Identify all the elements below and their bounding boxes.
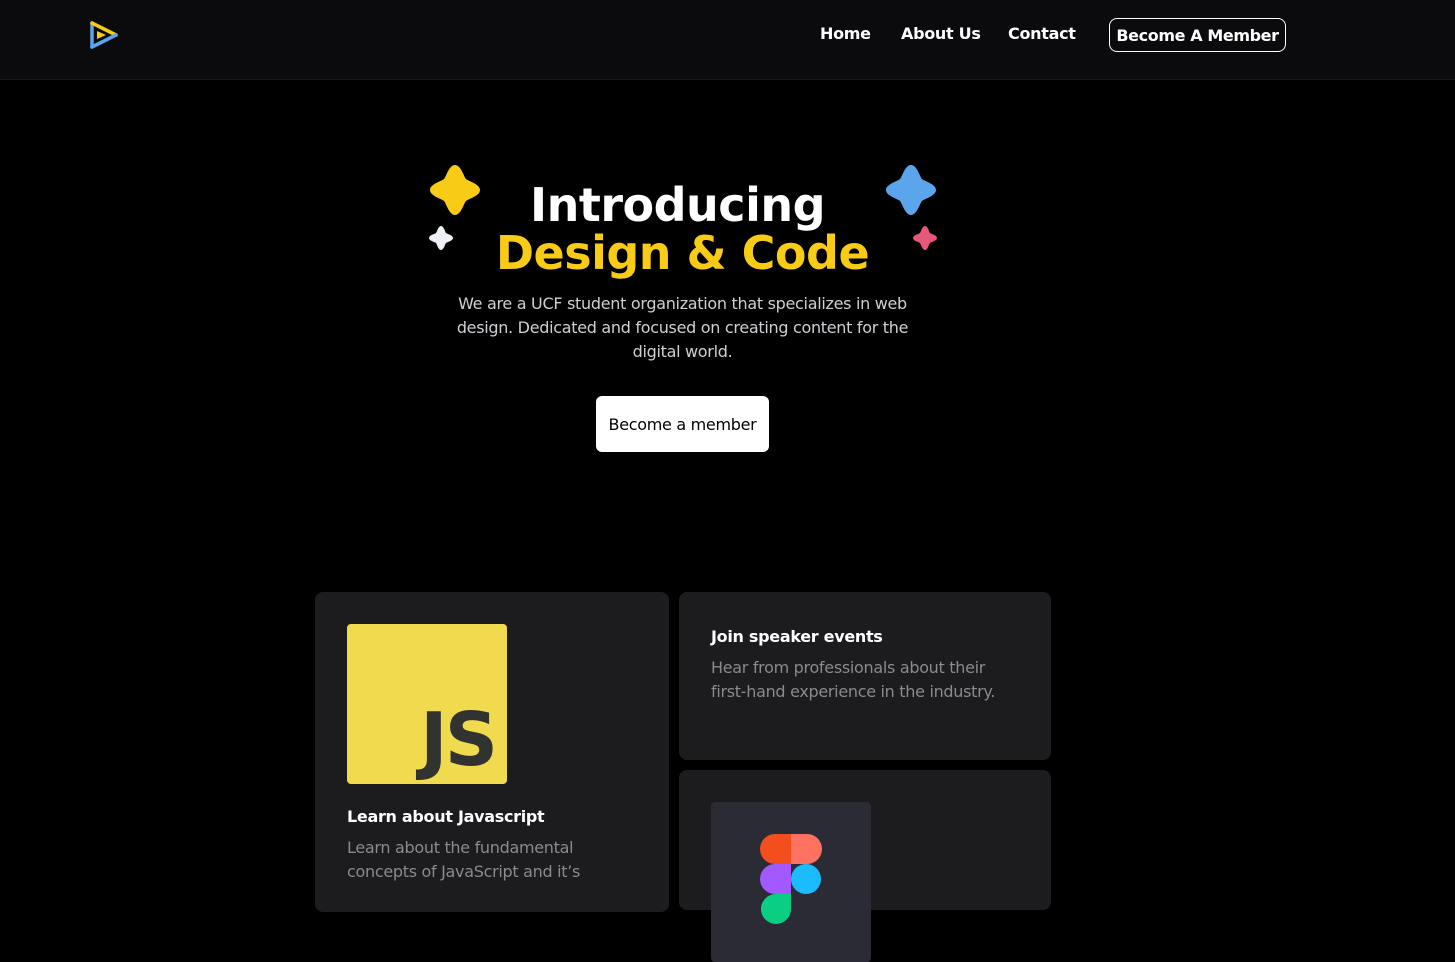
become-a-member-nav-button[interactable]: Become A Member	[1109, 18, 1286, 52]
javascript-logo-icon: JS	[347, 624, 507, 784]
javascript-logo-text: JS	[420, 697, 498, 783]
javascript-card-title: Learn about Javascript	[347, 807, 545, 826]
nav-link-about-us[interactable]: About Us	[901, 24, 981, 43]
javascript-card[interactable]: JS Learn about Javascript Learn about th…	[315, 592, 669, 912]
navbar: Home About Us Contact Become A Member	[0, 0, 1455, 80]
figma-logo-tile	[711, 802, 871, 962]
hero-title-line-2: Design & Code	[495, 226, 870, 280]
logo-play-icon[interactable]	[88, 20, 120, 50]
speaker-events-card-title: Join speaker events	[711, 627, 883, 646]
javascript-card-description: Learn about the fundamental concepts of …	[347, 838, 581, 881]
nav-link-contact[interactable]: Contact	[1008, 24, 1076, 43]
nav-link-home[interactable]: Home	[820, 24, 871, 43]
hero-description: We are a UCF student organization that s…	[456, 294, 909, 361]
figma-logo-icon	[760, 834, 822, 924]
figma-card[interactable]	[679, 770, 1051, 962]
speaker-events-card-description: Hear from professionals about their firs…	[711, 658, 996, 701]
become-a-member-hero-button[interactable]: Become a member	[596, 396, 769, 452]
speaker-events-card[interactable]: Join speaker events Hear from profession…	[679, 592, 1051, 760]
